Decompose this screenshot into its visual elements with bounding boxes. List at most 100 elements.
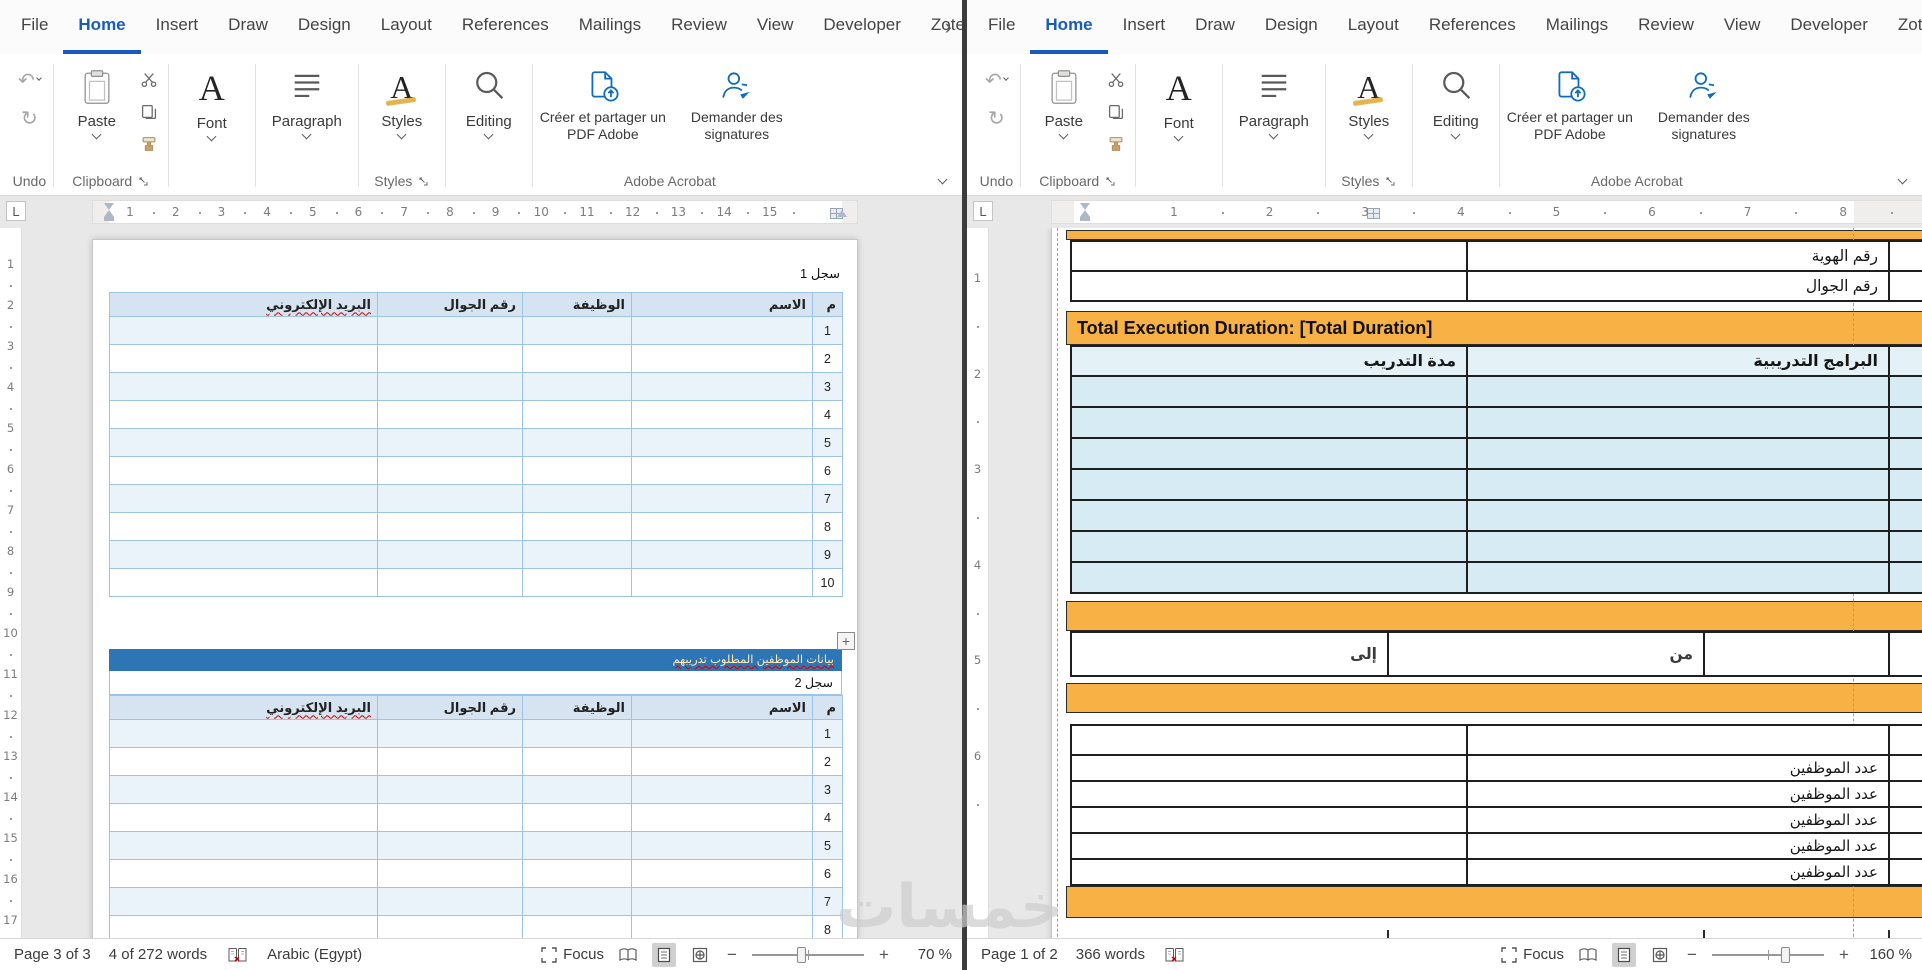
styles-dialog-launcher[interactable] <box>418 176 429 187</box>
row-number-cell[interactable]: 6 <box>812 456 843 485</box>
table-cell[interactable] <box>631 372 813 401</box>
table-cell[interactable] <box>1888 561 1922 594</box>
table-cell[interactable] <box>109 747 378 776</box>
cut-button[interactable] <box>1103 68 1129 92</box>
table-cell[interactable] <box>109 512 378 541</box>
row-number-cell[interactable]: 5 <box>812 428 843 457</box>
tab-references[interactable]: References <box>447 0 564 54</box>
row-number-cell[interactable]: 2 <box>812 344 843 373</box>
format-painter-button[interactable] <box>1103 132 1129 156</box>
to-cell[interactable]: إلى <box>1070 631 1389 677</box>
table-cell[interactable] <box>109 775 378 804</box>
column-header[interactable]: رقم الجوال <box>377 695 523 720</box>
tab-review[interactable]: Review <box>656 0 742 54</box>
table-cell[interactable] <box>377 859 523 888</box>
zoom-slider[interactable] <box>1712 946 1824 963</box>
table-cell[interactable] <box>522 484 632 513</box>
tab-layout[interactable]: Layout <box>1333 0 1414 54</box>
proofing-errors-icon[interactable] <box>225 943 249 967</box>
employee-count-cell[interactable]: عدد الموظفين <box>1466 858 1890 886</box>
styles-button[interactable]: A Styles <box>365 60 439 140</box>
table-cell[interactable] <box>1466 437 1890 470</box>
table-cell[interactable] <box>1888 631 1922 677</box>
table-cell[interactable] <box>109 831 378 860</box>
undo-button[interactable]: ↶ <box>18 66 42 94</box>
table-cell[interactable] <box>1466 406 1890 439</box>
row-number-cell[interactable]: 4 <box>812 400 843 429</box>
zoom-in-button[interactable]: + <box>1836 945 1852 965</box>
tab-insert[interactable]: Insert <box>141 0 214 54</box>
row-number-cell[interactable]: 8 <box>812 512 843 541</box>
employee-count-cell[interactable]: عدد الموظفين <box>1466 806 1890 834</box>
paste-button[interactable]: Paste <box>1027 60 1101 140</box>
table-cell[interactable] <box>522 568 632 597</box>
table-cell[interactable] <box>109 316 378 345</box>
zoom-out-button[interactable]: − <box>724 945 740 965</box>
read-mode-icon[interactable] <box>1576 943 1600 967</box>
styles-button[interactable]: A Styles <box>1332 60 1406 140</box>
table-cell[interactable] <box>109 540 378 569</box>
table-cell[interactable] <box>1888 499 1922 532</box>
table-cell[interactable] <box>631 540 813 569</box>
table-cell[interactable] <box>1466 724 1890 756</box>
cut-button[interactable] <box>136 68 162 92</box>
column-header[interactable]: البريد الإلكتروني <box>109 292 378 317</box>
table-cell[interactable] <box>1888 240 1922 272</box>
table-cell[interactable] <box>377 456 523 485</box>
paragraph-button[interactable]: Paragraph <box>262 60 352 140</box>
tab-review[interactable]: Review <box>1623 0 1709 54</box>
read-mode-icon[interactable] <box>616 943 640 967</box>
copy-button[interactable] <box>1103 100 1129 124</box>
table-cell[interactable] <box>377 915 523 938</box>
table-cell[interactable] <box>377 803 523 832</box>
table-cell[interactable] <box>377 512 523 541</box>
table-cell[interactable] <box>1888 345 1922 377</box>
table-cell[interactable] <box>522 719 632 748</box>
table-cell[interactable] <box>522 512 632 541</box>
table-cell[interactable] <box>631 747 813 776</box>
table-cell[interactable] <box>1466 499 1890 532</box>
table-cell[interactable] <box>631 803 813 832</box>
table-cell[interactable] <box>631 887 813 916</box>
table-cell[interactable] <box>522 344 632 373</box>
create-pdf-button[interactable]: Créer et partager un PDF Adobe <box>539 64 667 143</box>
proofing-errors-icon[interactable] <box>1163 943 1187 967</box>
training-duration-header[interactable]: مدة التدريب <box>1070 345 1468 377</box>
table-cell[interactable] <box>522 372 632 401</box>
table-cell[interactable] <box>1888 858 1922 886</box>
training-programs-header[interactable]: البرامج التدريبية <box>1466 345 1890 377</box>
right-indent-marker[interactable] <box>837 210 847 217</box>
print-layout-icon[interactable] <box>1612 942 1636 967</box>
document-page[interactable]: سجل 1 م الاسم الوظيفة رقم الجوال البريد الإل… <box>92 239 858 938</box>
table-cell[interactable] <box>377 316 523 345</box>
tab-layout[interactable]: Layout <box>366 0 447 54</box>
table-cell[interactable] <box>377 887 523 916</box>
from-cell[interactable]: من <box>1387 631 1705 677</box>
styles-dialog-launcher[interactable] <box>1385 176 1396 187</box>
hanging-indent-marker[interactable] <box>1080 210 1090 217</box>
table-cell[interactable] <box>1888 406 1922 439</box>
table-cell[interactable] <box>1888 468 1922 501</box>
table-cell[interactable] <box>109 456 378 485</box>
table-cell[interactable] <box>1070 806 1468 834</box>
page-indicator[interactable]: Page 3 of 3 <box>14 946 91 963</box>
table-cell[interactable] <box>1070 561 1468 594</box>
table-cell[interactable] <box>522 316 632 345</box>
column-header[interactable]: البريد الإلكتروني <box>109 695 378 720</box>
table-cell[interactable] <box>377 719 523 748</box>
table-cell[interactable] <box>377 484 523 513</box>
table-cell[interactable] <box>109 428 378 457</box>
table-cell[interactable] <box>522 540 632 569</box>
column-header[interactable]: م <box>812 695 843 720</box>
employee-count-cell[interactable]: عدد الموظفين <box>1466 754 1890 782</box>
document-page[interactable]: رقم الهوية رقم الجوال Total Execution Du… <box>1051 228 1922 938</box>
redo-button[interactable]: ↻ <box>18 104 41 132</box>
table-cell[interactable] <box>1070 406 1468 439</box>
row-number-cell[interactable]: 3 <box>812 372 843 401</box>
table-cell[interactable] <box>631 915 813 938</box>
row-number-cell[interactable]: 5 <box>812 831 843 860</box>
table-cell[interactable] <box>1703 631 1890 677</box>
language-indicator[interactable]: Arabic (Egypt) <box>267 946 362 963</box>
table-cell[interactable] <box>631 456 813 485</box>
row-number-cell[interactable]: 1 <box>812 719 843 748</box>
